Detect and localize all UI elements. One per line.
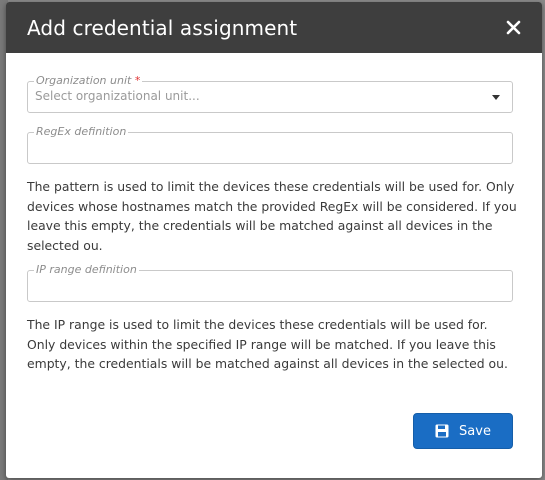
organization-unit-placeholder: Select organizational unit... — [35, 89, 200, 103]
regex-help-text: The pattern is used to limit the devices… — [27, 179, 517, 253]
dialog-header: Add credential assignment — [6, 2, 542, 53]
ip-range-definition-field[interactable]: IP range definition — [27, 263, 513, 302]
organization-unit-label: Organization unit * — [34, 74, 143, 88]
close-icon — [506, 20, 520, 35]
required-marker: * — [134, 74, 141, 87]
organization-unit-select[interactable]: Organization unit * Select organizationa… — [27, 74, 513, 113]
dialog-title: Add credential assignment — [27, 15, 298, 40]
credential-assignment-dialog: Add credential assignment Organization u… — [6, 2, 542, 478]
ip-range-help-text: The IP range is used to limit the device… — [27, 317, 508, 371]
ip-range-definition-label: IP range definition — [34, 263, 139, 277]
floppy-disk-icon — [435, 424, 449, 438]
chevron-down-icon[interactable] — [492, 95, 500, 100]
regex-definition-field[interactable]: RegEx definition — [27, 125, 513, 164]
save-button[interactable]: Save — [413, 413, 513, 449]
regex-definition-label: RegEx definition — [34, 125, 129, 139]
save-button-label: Save — [459, 423, 491, 439]
close-button[interactable] — [502, 17, 524, 39]
